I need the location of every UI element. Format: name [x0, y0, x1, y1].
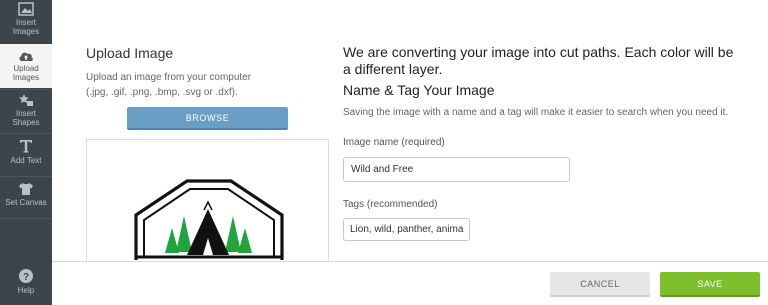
sidebar-item-label: Insert Images: [12, 18, 40, 36]
sidebar-item-insert-images[interactable]: Insert Images: [0, 2, 52, 42]
sidebar-divider: [0, 218, 52, 219]
cloud-upload-icon: [19, 52, 33, 61]
browse-button[interactable]: BROWSE: [127, 107, 288, 130]
name-tag-description: Saving the image with a name and a tag w…: [343, 107, 729, 118]
svg-text:?: ?: [23, 272, 29, 283]
image-preview: [86, 139, 329, 264]
upload-title: Upload Image: [86, 45, 174, 61]
shapes-icon: [19, 94, 33, 106]
save-button[interactable]: SAVE: [660, 272, 760, 297]
sidebar-item-set-canvas[interactable]: Set Canvas: [0, 182, 52, 218]
image-name-field[interactable]: Wild and Free: [343, 157, 570, 182]
help-icon: ?: [19, 269, 33, 283]
tags-field[interactable]: Lion, wild, panther, anima: [343, 218, 470, 241]
sidebar-item-add-text[interactable]: Add Text: [0, 138, 52, 176]
sidebar-item-insert-shapes[interactable]: Insert Shapes: [0, 93, 52, 133]
name-tag-title: Name & Tag Your Image: [343, 82, 495, 98]
sidebar-item-label: Help: [17, 286, 35, 295]
sidebar-divider: [0, 176, 52, 177]
sidebar-item-label: Upload Images: [12, 64, 40, 82]
cancel-button[interactable]: CANCEL: [550, 272, 650, 297]
text-icon: [20, 140, 32, 153]
sidebar-item-label: Set Canvas: [5, 198, 47, 207]
sidebar-divider: [0, 89, 52, 90]
image-name-label: Image name (required): [343, 137, 445, 148]
sidebar-divider: [0, 133, 52, 134]
sidebar-item-label: Insert Shapes: [12, 109, 40, 127]
conversion-info-text: We are converting your image into cut pa…: [343, 44, 734, 77]
tshirt-icon: [19, 183, 33, 195]
upload-description: Upload an image from your computer (.jpg…: [86, 72, 252, 98]
wild-and-free-logo-image: [134, 179, 284, 260]
sidebar: Insert Images Upload Images Insert Shape…: [0, 0, 52, 305]
sidebar-item-label: Add Text: [10, 156, 42, 165]
sidebar-item-help[interactable]: ? Help: [0, 268, 52, 302]
tags-label: Tags (recommended): [343, 199, 438, 210]
sidebar-item-upload-images[interactable]: Upload Images: [0, 44, 52, 88]
image-icon: [18, 2, 34, 16]
